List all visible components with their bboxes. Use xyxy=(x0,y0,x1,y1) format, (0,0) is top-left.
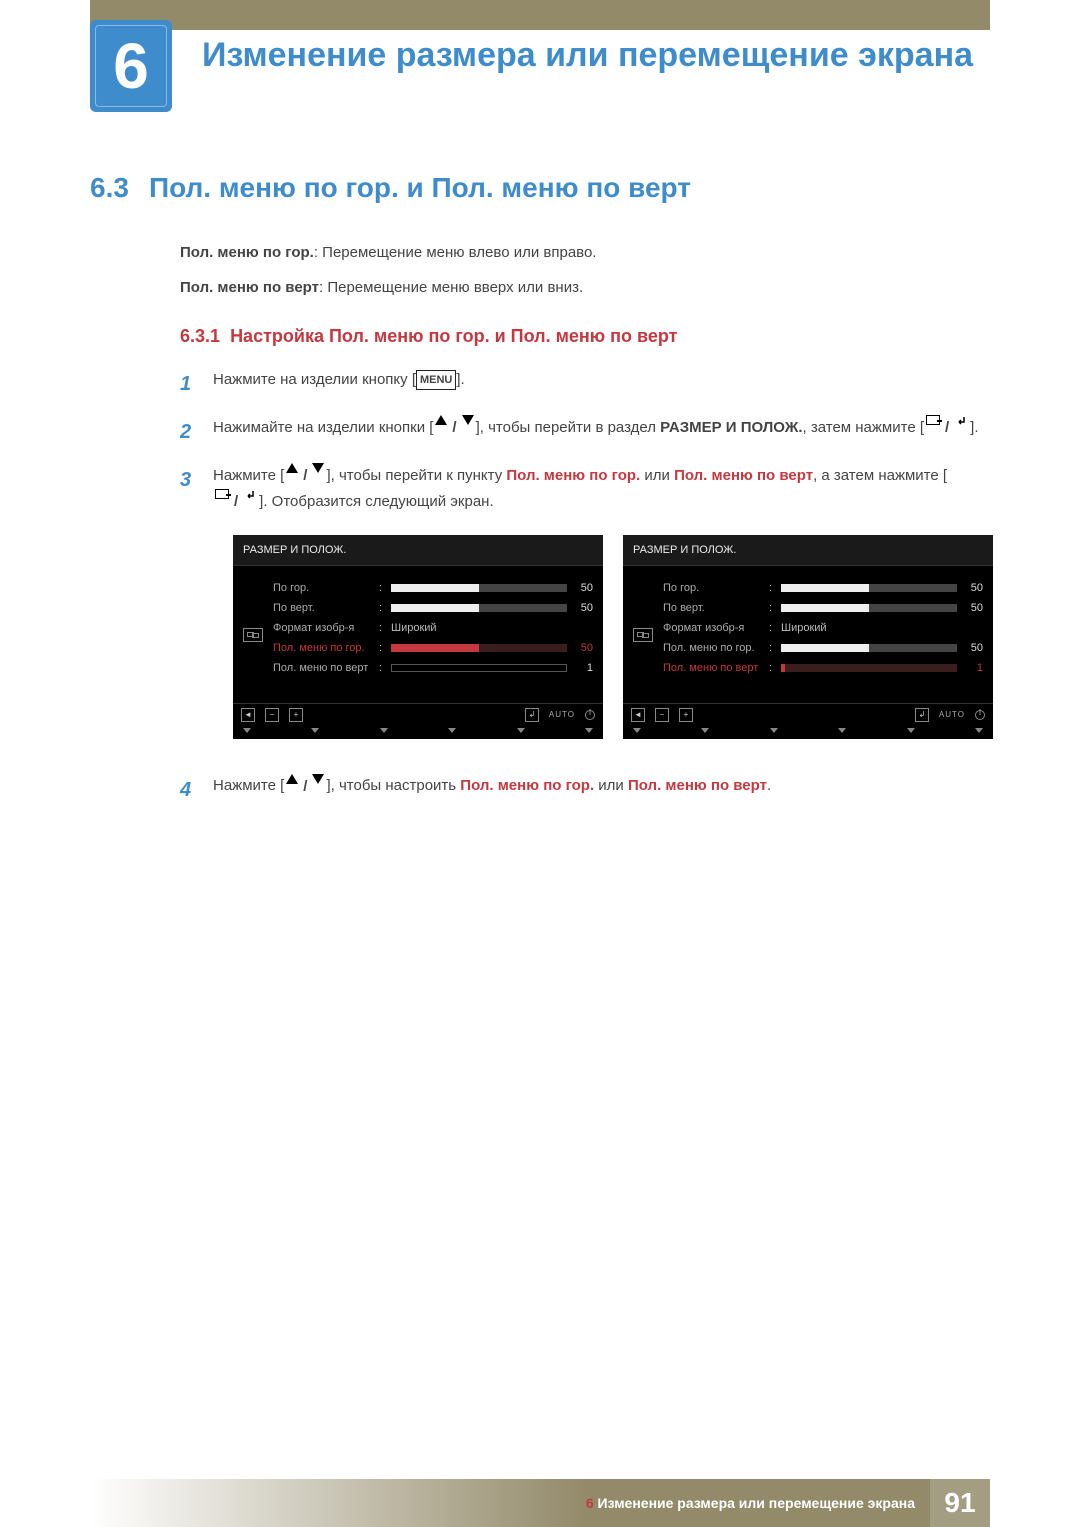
enter-icon: ↲ xyxy=(915,708,929,722)
step-4-text-c: . xyxy=(767,777,771,794)
step-3-target-1: Пол. меню по гор. xyxy=(506,467,640,484)
osd-row-label: По гор. xyxy=(663,579,763,598)
auto-label: AUTO xyxy=(549,708,575,722)
osd-row-value: 50 xyxy=(573,639,593,658)
osd-title: РАЗМЕР И ПОЛОЖ. xyxy=(233,535,603,567)
step-2-text-a: Нажимайте на изделии кнопки [ xyxy=(213,419,433,436)
step-3-text-c: , а затем нажмите [ xyxy=(813,467,947,484)
step-number: 2 xyxy=(180,415,198,449)
step-2-target: РАЗМЕР И ПОЛОЖ. xyxy=(660,419,802,436)
chapter-number-badge: 6 xyxy=(90,20,172,112)
steps-list: 1 Нажмите на изделии кнопку [MENU]. 2 На… xyxy=(180,367,990,807)
power-icon xyxy=(975,710,985,720)
enter-icon: ↲ xyxy=(525,708,539,722)
step-number: 1 xyxy=(180,367,198,401)
minus-icon: − xyxy=(265,708,279,722)
osd-footer: ◄ − + ↲ AUTO xyxy=(623,703,993,726)
step-2-text-b: ], чтобы перейти в раздел xyxy=(476,419,661,436)
osd-row-value: 50 xyxy=(573,599,593,618)
section-heading: 6.3 Пол. меню по гор. и Пол. меню по вер… xyxy=(90,172,990,204)
osd-footer: ◄ − + ↲ AUTO xyxy=(233,703,603,726)
osd-row-label: По верт. xyxy=(663,599,763,618)
minus-icon: − xyxy=(655,708,669,722)
menu-button-icon: MENU xyxy=(416,370,456,391)
osd-row-label: Пол. меню по верт xyxy=(273,659,373,678)
step-4-text-a: Нажмите [ xyxy=(213,777,284,794)
chapter-header: 6 Изменение размера или перемещение экра… xyxy=(0,20,1080,112)
up-down-icon: / xyxy=(286,774,324,800)
step-1-text-a: Нажмите на изделии кнопку [ xyxy=(213,371,416,388)
osd-row-label-selected: Пол. меню по верт xyxy=(663,659,763,678)
osd-panel-hgor: РАЗМЕР И ПОЛОЖ. По гор.:50 По верт.:50 Ф… xyxy=(233,535,603,740)
subsection-title: Настройка Пол. меню по гор. и Пол. меню … xyxy=(230,326,677,346)
osd-row-value: 1 xyxy=(573,659,593,678)
step-4: 4 Нажмите [/], чтобы настроить Пол. меню… xyxy=(180,773,990,807)
subsection-number: 6.3.1 xyxy=(180,326,220,346)
source-enter-icon: / xyxy=(215,489,257,515)
osd-row-label: Пол. меню по гор. xyxy=(663,639,763,658)
osd-row-value: Широкий xyxy=(391,619,437,638)
up-down-icon: / xyxy=(286,463,324,489)
step-3-target-2: Пол. меню по верт xyxy=(674,467,813,484)
osd-row-value: 50 xyxy=(963,639,983,658)
osd-row-label: Формат изобр-я xyxy=(663,619,763,638)
section-title: Пол. меню по гор. и Пол. меню по верт xyxy=(149,172,691,204)
step-2-text-d: ]. xyxy=(970,419,978,436)
osd-row-label: По верт. xyxy=(273,599,373,618)
def-hgor-label: Пол. меню по гор. xyxy=(180,244,314,261)
plus-icon: + xyxy=(679,708,693,722)
left-icon: ◄ xyxy=(241,708,255,722)
source-enter-icon: / xyxy=(926,415,968,441)
step-3-or: или xyxy=(640,467,674,484)
osd-row-label: По гор. xyxy=(273,579,373,598)
section-number: 6.3 xyxy=(90,172,129,204)
power-icon xyxy=(585,710,595,720)
def-hgor-text: : Перемещение меню влево или вправо. xyxy=(314,244,597,261)
page-footer: 6 Изменение размера или перемещение экра… xyxy=(0,1479,1080,1527)
osd-category-icon xyxy=(633,628,653,642)
footer-chapter-title: Изменение размера или перемещение экрана xyxy=(598,1495,915,1511)
definitions: Пол. меню по гор.: Перемещение меню влев… xyxy=(180,244,990,296)
step-3: 3 Нажмите [/], чтобы перейти к пункту По… xyxy=(180,463,990,759)
def-vpos-label: Пол. меню по верт xyxy=(180,279,319,296)
auto-label: AUTO xyxy=(939,708,965,722)
subsection-heading: 6.3.1 Настройка Пол. меню по гор. и Пол.… xyxy=(180,326,990,347)
step-1-text-b: ]. xyxy=(456,371,464,388)
osd-row-value: Широкий xyxy=(781,619,827,638)
osd-panel-vpos: РАЗМЕР И ПОЛОЖ. По гор.:50 По верт.:50 Ф… xyxy=(623,535,993,740)
step-2: 2 Нажимайте на изделии кнопки [/], чтобы… xyxy=(180,415,990,449)
osd-row-label-selected: Пол. меню по гор. xyxy=(273,639,373,658)
step-number: 3 xyxy=(180,463,198,497)
osd-category-icon xyxy=(243,628,263,642)
step-4-target-2: Пол. меню по верт xyxy=(628,777,767,794)
footer-chapter-number: 6 xyxy=(586,1495,594,1511)
step-number: 4 xyxy=(180,773,198,807)
osd-row-value: 1 xyxy=(963,659,983,678)
page-number: 91 xyxy=(930,1479,990,1527)
plus-icon: + xyxy=(289,708,303,722)
osd-row-value: 50 xyxy=(963,599,983,618)
def-vpos-text: : Перемещение меню вверх или вниз. xyxy=(319,279,583,296)
step-4-target-1: Пол. меню по гор. xyxy=(460,777,594,794)
step-4-or: или xyxy=(594,777,628,794)
osd-row-label: Формат изобр-я xyxy=(273,619,373,638)
osd-row-value: 50 xyxy=(963,579,983,598)
step-4-text-b: ], чтобы настроить xyxy=(326,777,460,794)
left-icon: ◄ xyxy=(631,708,645,722)
osd-title: РАЗМЕР И ПОЛОЖ. xyxy=(623,535,993,567)
osd-row-value: 50 xyxy=(573,579,593,598)
step-3-text-d: ]. Отобразится следующий экран. xyxy=(259,493,493,510)
step-2-text-c: , затем нажмите [ xyxy=(803,419,924,436)
step-3-text-a: Нажмите [ xyxy=(213,467,284,484)
step-3-text-b: ], чтобы перейти к пункту xyxy=(326,467,506,484)
up-down-icon: / xyxy=(435,415,473,441)
osd-screenshots: РАЗМЕР И ПОЛОЖ. По гор.:50 По верт.:50 Ф… xyxy=(233,535,993,740)
chapter-title: Изменение размера или перемещение экрана xyxy=(202,35,973,76)
step-1: 1 Нажмите на изделии кнопку [MENU]. xyxy=(180,367,990,401)
